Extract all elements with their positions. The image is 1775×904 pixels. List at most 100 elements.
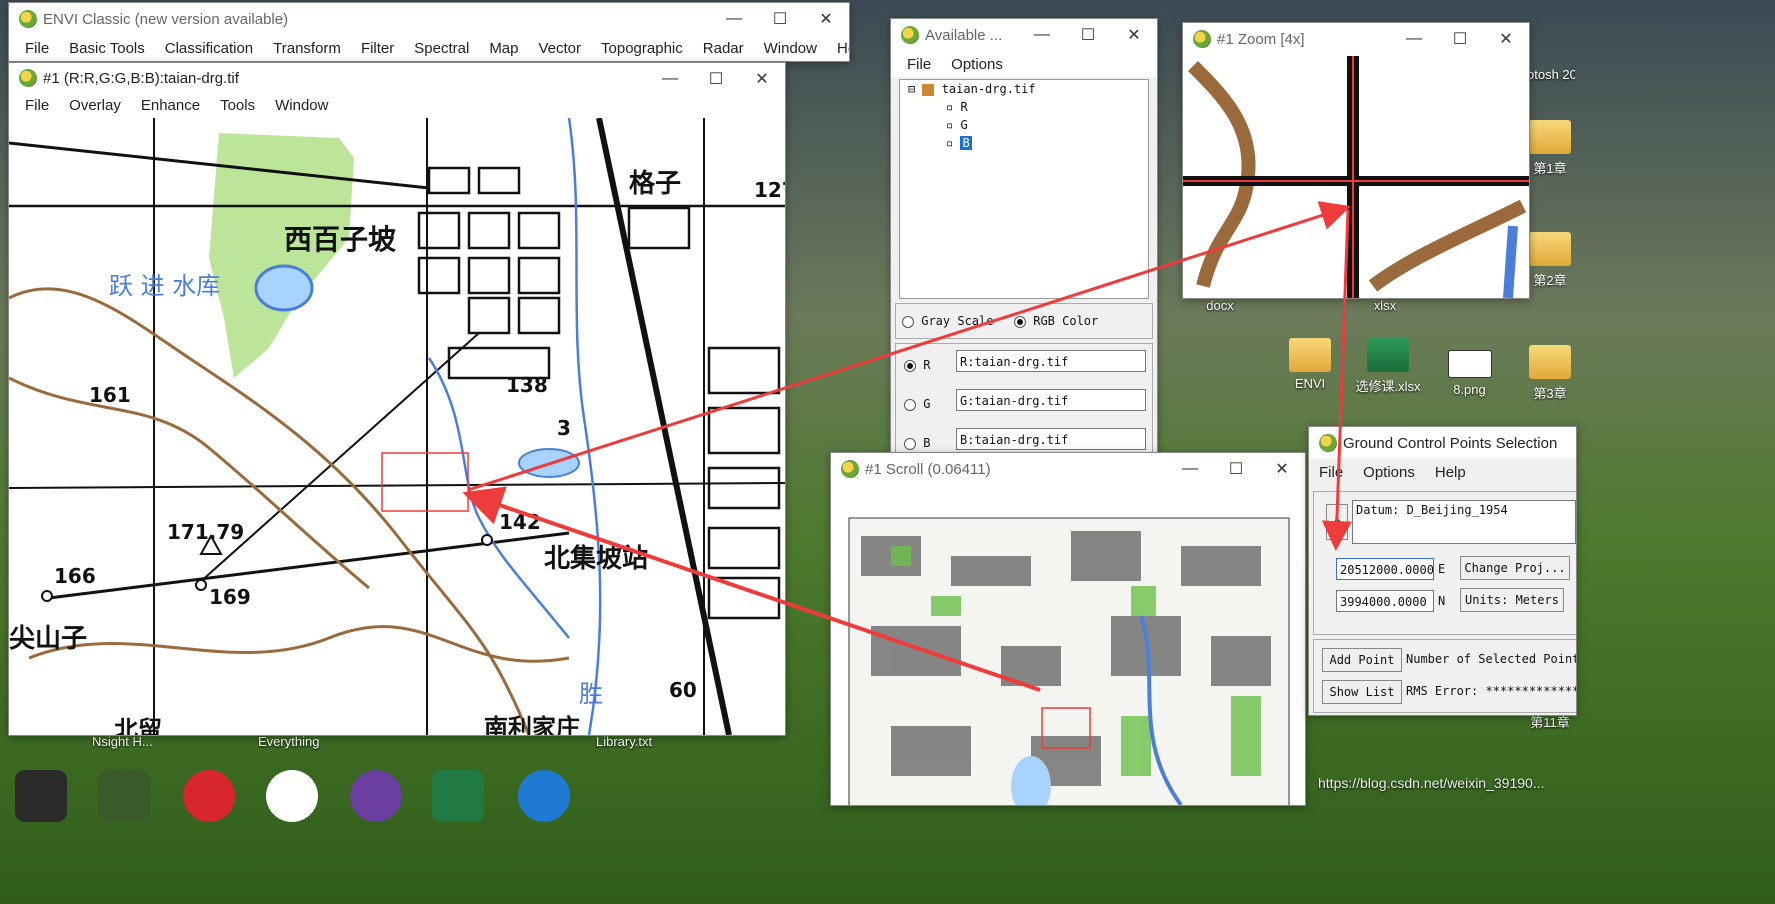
maximize-icon[interactable]: ☐ [693, 63, 739, 95]
zoom-titlebar[interactable]: #1 Zoom [4x] — ☐ ✕ [1183, 23, 1529, 55]
image-titlebar[interactable]: #1 (R:R,G:G,B:B):taian-drg.tif — ☐ ✕ [9, 63, 785, 93]
desktop-icon-xlsx2[interactable]: xlsx [1360, 298, 1410, 313]
zoom-canvas[interactable] [1183, 56, 1529, 298]
desktop-icon-label: 选修课.xlsx [1355, 379, 1421, 394]
b-band-field[interactable]: B:taian-drg.tif [956, 428, 1146, 450]
menu-options[interactable]: Options [941, 56, 1013, 73]
menu-vector[interactable]: Vector [529, 40, 592, 57]
minimize-icon[interactable]: — [1019, 19, 1065, 51]
menu-classification[interactable]: Classification [155, 40, 263, 57]
northing-input[interactable]: 3994000.0000 [1336, 590, 1434, 612]
r-radio[interactable]: R [904, 358, 930, 372]
folder-icon [1529, 345, 1571, 379]
close-icon[interactable]: ✕ [739, 63, 785, 95]
menu-spectral[interactable]: Spectral [404, 40, 479, 57]
maximize-icon[interactable]: ☐ [1065, 19, 1111, 51]
gcp-titlebar[interactable]: Ground Control Points Selection [1309, 427, 1576, 459]
taskbar-label-library[interactable]: Library.txt [596, 734, 652, 749]
window-title: Available ... [925, 26, 1003, 44]
menu-window[interactable]: Window [265, 97, 338, 114]
nvidia-icon[interactable] [15, 770, 67, 822]
image-menubar: File Overlay Enhance Tools Window [9, 93, 785, 117]
menu-basic-tools[interactable]: Basic Tools [59, 40, 155, 57]
desktop-icon-envi[interactable]: ENVI [1275, 338, 1345, 391]
envi-logo-icon [1193, 30, 1211, 48]
close-icon[interactable]: ✕ [803, 3, 849, 35]
toggle-projection-button[interactable]: ⇵ [1326, 504, 1348, 540]
add-point-button[interactable]: Add Point [1322, 648, 1402, 672]
zoom-box[interactable] [381, 452, 469, 512]
menu-file[interactable]: File [15, 40, 59, 57]
menu-map[interactable]: Map [479, 40, 528, 57]
maximize-icon[interactable]: ☐ [1213, 453, 1259, 485]
menu-transform[interactable]: Transform [263, 40, 351, 57]
gray-scale-radio[interactable]: Gray Scale [902, 314, 993, 328]
map-canvas[interactable]: 西百子坡 格子 跃 进 水库 北集坡站 南利家庄 尖山子 北留 胜 127 16… [9, 117, 785, 735]
menu-file[interactable]: File [1309, 464, 1353, 481]
window-title: Ground Control Points Selection [1343, 434, 1558, 452]
close-icon[interactable]: ✕ [1111, 19, 1157, 51]
envi-logo-icon [19, 69, 37, 87]
close-icon[interactable]: ✕ [1259, 453, 1305, 485]
tree-item-g[interactable]: ▫ G [946, 118, 968, 132]
excel-icon[interactable] [432, 770, 484, 822]
scroll-canvas[interactable] [831, 486, 1305, 805]
menu-enhance[interactable]: Enhance [131, 97, 210, 114]
r-band-field[interactable]: R:taian-drg.tif [956, 350, 1146, 372]
rgb-color-radio[interactable]: RGB Color [1014, 314, 1098, 328]
scroll-titlebar[interactable]: #1 Scroll (0.06411) — ☐ ✕ [831, 453, 1305, 485]
menu-overlay[interactable]: Overlay [59, 97, 131, 114]
taskbar-label-everything[interactable]: Everything [258, 734, 319, 749]
menu-file[interactable]: File [897, 56, 941, 73]
menu-file[interactable]: File [15, 97, 59, 114]
envi-main-titlebar[interactable]: ENVI Classic (new version available) — ☐… [9, 3, 849, 35]
desktop-icon-ch3[interactable]: 第3章 [1525, 345, 1575, 402]
menu-help[interactable]: Help [827, 40, 849, 57]
map-number: 3 [557, 416, 571, 440]
menu-options[interactable]: Options [1353, 464, 1425, 481]
netease-music-icon[interactable] [183, 770, 235, 822]
desktop-icon-png[interactable]: 8.png [1437, 350, 1502, 397]
collapse-icon[interactable]: ⊟ [908, 82, 915, 96]
minimize-icon[interactable]: — [1391, 23, 1437, 55]
menu-tools[interactable]: Tools [210, 97, 265, 114]
tree-item-b[interactable]: ▫ B [946, 136, 972, 150]
app-purple-icon[interactable] [350, 770, 402, 822]
gcp-menubar: File Options Help [1309, 459, 1576, 485]
desktop-icon-ch2[interactable]: 第2章 [1525, 232, 1575, 289]
minimize-icon[interactable]: — [647, 63, 693, 95]
minimize-icon[interactable]: — [711, 3, 757, 35]
close-icon[interactable]: ✕ [1483, 23, 1529, 55]
tree-item-r[interactable]: ▫ R [946, 100, 968, 114]
change-proj-button[interactable]: Change Proj... [1460, 556, 1570, 580]
g-band-field[interactable]: G:taian-drg.tif [956, 389, 1146, 411]
b-radio[interactable]: B [904, 436, 930, 450]
taskbar-label-nsight[interactable]: Nsight H... [92, 734, 153, 749]
maximize-icon[interactable]: ☐ [757, 3, 803, 35]
bands-titlebar[interactable]: Available ... — ☐ ✕ [891, 19, 1157, 51]
app-blue-icon[interactable] [518, 770, 570, 822]
g-radio[interactable]: G [904, 397, 930, 411]
map-label: 跃 进 水库 [109, 272, 221, 300]
minimize-icon[interactable]: — [1167, 453, 1213, 485]
desktop-icon-docx[interactable]: docx [1195, 298, 1245, 313]
tree-root[interactable]: ⊟ taian-drg.tif [908, 82, 1036, 96]
desktop-icon-xlsx[interactable]: 选修课.xlsx [1348, 338, 1428, 395]
menu-radar[interactable]: Radar [693, 40, 754, 57]
desktop-icon-label: xlsx [1373, 298, 1397, 313]
easting-input[interactable]: 20512000.0000 [1336, 558, 1434, 580]
folder-icon [1529, 120, 1571, 154]
image-file-icon [1447, 350, 1492, 378]
vs-icon[interactable] [98, 770, 150, 822]
show-list-button[interactable]: Show List [1322, 680, 1402, 704]
maximize-icon[interactable]: ☐ [1437, 23, 1483, 55]
desktop-icon-photoshop[interactable]: otosh 2019首 [1527, 64, 1575, 83]
menu-topographic[interactable]: Topographic [591, 40, 693, 57]
topographic-map [9, 117, 785, 735]
desktop-icon-ch1[interactable]: 第1章 [1525, 120, 1575, 177]
menu-window[interactable]: Window [754, 40, 827, 57]
menu-filter[interactable]: Filter [351, 40, 404, 57]
menu-help[interactable]: Help [1425, 464, 1476, 481]
app-icon[interactable] [266, 770, 318, 822]
units-dropdown[interactable]: Units: Meters [1460, 588, 1564, 612]
